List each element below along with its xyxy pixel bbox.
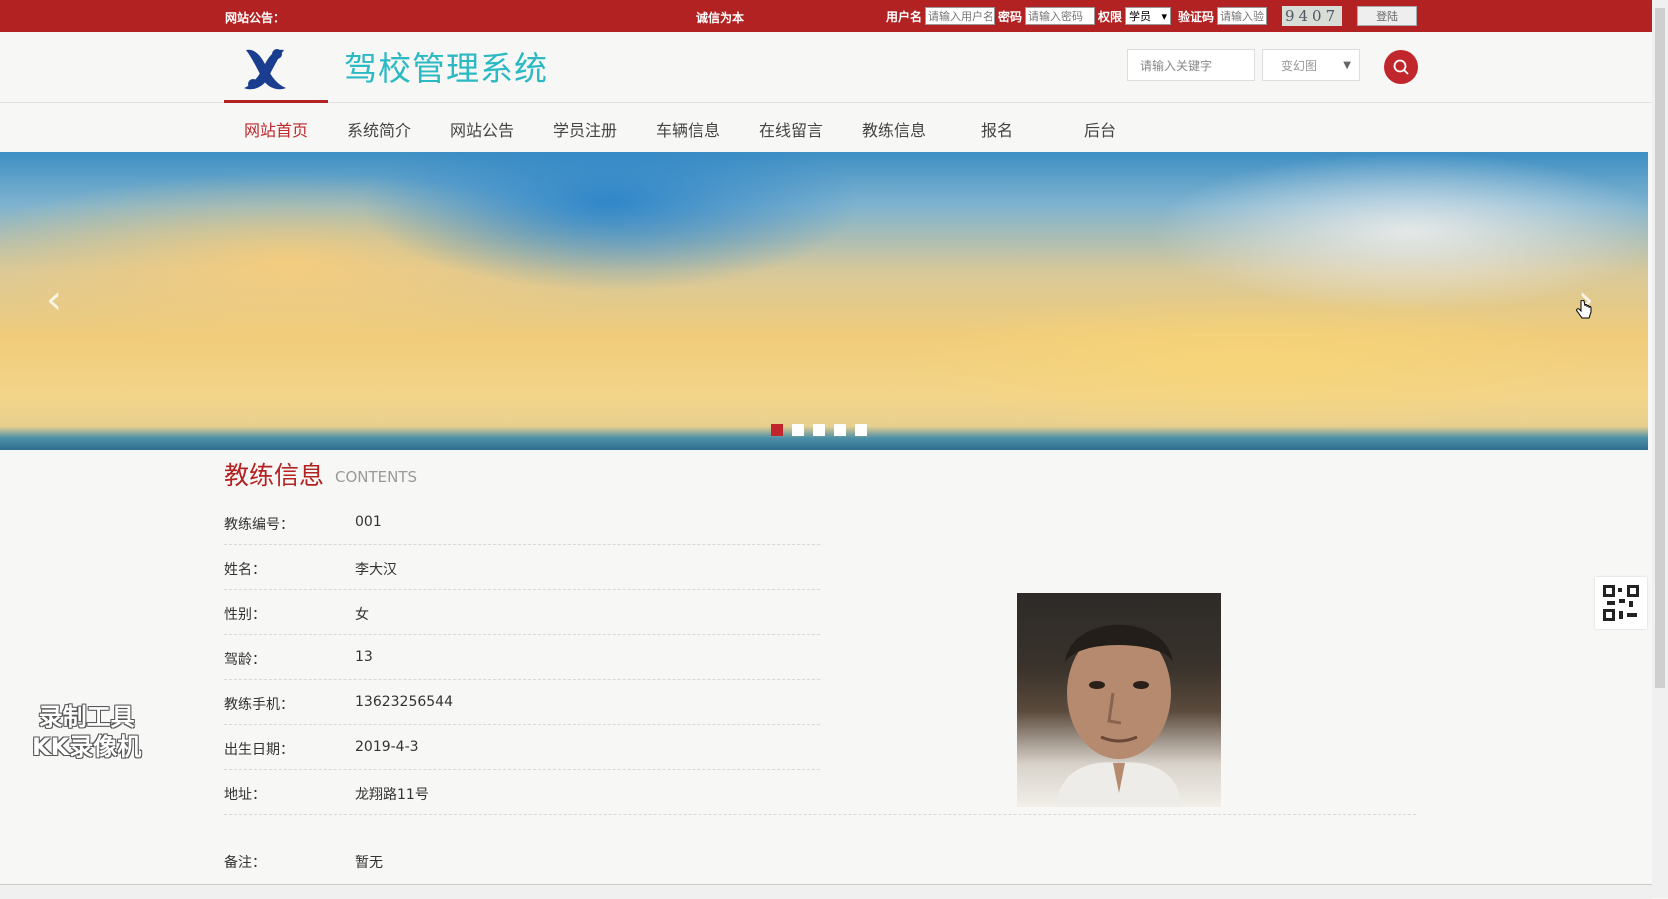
logo-icon[interactable]	[240, 44, 290, 94]
banner-carousel: ‹ ›	[0, 152, 1648, 450]
field-label: 驾龄：	[224, 652, 266, 668]
field-label: 地址：	[224, 787, 266, 803]
nav-item-messages[interactable]: 在线留言	[759, 117, 823, 141]
field-label: 性别：	[224, 607, 266, 623]
info-row-birthdate: 出生日期： 2019-4-3	[224, 725, 820, 770]
carousel-dot[interactable]	[834, 424, 846, 436]
search-type-select[interactable]: 变幻图 ▼	[1262, 49, 1360, 81]
nav-item-intro[interactable]: 系统简介	[347, 117, 411, 141]
info-row-gender: 性别： 女	[224, 590, 820, 635]
field-value: 李大汉	[355, 562, 397, 578]
field-value: 龙翔路11号	[355, 787, 429, 803]
carousel-dot[interactable]	[792, 424, 804, 436]
field-label: 姓名：	[224, 562, 266, 578]
nav-item-enroll[interactable]: 报名	[981, 117, 1013, 141]
nav-item-home[interactable]: 网站首页	[244, 117, 308, 141]
carousel-dot[interactable]	[855, 424, 867, 436]
recorder-watermark: 录制工具 KK录像机	[32, 702, 141, 762]
search-icon	[1393, 59, 1409, 75]
nav-item-coaches[interactable]: 教练信息	[862, 117, 926, 141]
username-label: 用户名	[886, 9, 923, 24]
coach-photo	[1017, 593, 1221, 807]
login-form: 用户名 密码 权限 学员 ▾ 验证码 9407 登陆	[886, 6, 1418, 26]
chevron-down-icon: ▼	[1343, 59, 1351, 71]
info-row-address: 地址： 龙翔路11号	[224, 770, 1416, 815]
info-row-phone: 教练手机： 13623256544	[224, 680, 820, 725]
role-select[interactable]: 学员 ▾	[1125, 7, 1172, 25]
nav-item-admin[interactable]: 后台	[1084, 117, 1116, 141]
search-type-value: 变幻图	[1281, 58, 1318, 73]
field-value: 2019-4-3	[355, 739, 419, 755]
announcement-marquee: 诚信为本	[696, 11, 745, 25]
browser-status-bar	[0, 884, 1652, 899]
search-input[interactable]: 请输入关键字	[1127, 49, 1255, 81]
section-subtitle: CONTENTS	[335, 468, 418, 486]
watermark-line2: KK录像机	[32, 733, 142, 761]
carousel-indicators	[771, 424, 867, 436]
note-row: 备注： 暂无	[224, 852, 383, 872]
login-button[interactable]: 登陆	[1357, 6, 1418, 26]
info-row-id: 教练编号： 001	[224, 500, 820, 545]
role-label: 权限	[1098, 9, 1123, 24]
field-value: 13623256544	[355, 694, 453, 710]
info-row-name: 姓名： 李大汉	[224, 545, 820, 590]
top-bar: 网站公告： 诚信为本 用户名 密码 权限 学员 ▾ 验证码 9407 登陆	[0, 0, 1658, 32]
nav-item-announcement[interactable]: 网站公告	[450, 117, 514, 141]
nav-active-indicator	[224, 100, 328, 103]
field-value: 13	[355, 649, 373, 665]
field-value: 女	[355, 607, 369, 623]
password-label: 密码	[998, 9, 1023, 24]
carousel-dot[interactable]	[813, 424, 825, 436]
username-input[interactable]	[925, 7, 996, 25]
note-label: 备注：	[224, 855, 266, 871]
site-title: 驾校管理系统	[344, 49, 548, 88]
search-button[interactable]	[1384, 50, 1418, 84]
main-nav: 网站首页 系统简介 网站公告 学员注册 车辆信息 在线留言 教练信息 报名 后台	[0, 100, 1658, 152]
watermark-line1: 录制工具	[38, 703, 135, 731]
scrollbar-thumb[interactable]	[1655, 8, 1665, 688]
section-title: 教练信息	[224, 461, 325, 490]
captcha-image[interactable]: 9407	[1282, 6, 1343, 26]
qr-code-icon[interactable]	[1595, 577, 1647, 629]
carousel-dot[interactable]	[771, 424, 783, 436]
nav-item-vehicles[interactable]: 车辆信息	[656, 117, 720, 141]
field-value: 001	[355, 514, 382, 530]
announcement-label: 网站公告：	[225, 11, 286, 25]
carousel-prev-button[interactable]: ‹	[46, 277, 62, 323]
role-value: 学员	[1129, 10, 1152, 23]
captcha-label: 验证码	[1178, 9, 1215, 24]
chevron-down-icon: ▾	[1161, 9, 1168, 23]
header: 驾校管理系统 请输入关键字 变幻图 ▼	[0, 32, 1658, 103]
nav-item-register[interactable]: 学员注册	[553, 117, 617, 141]
hand-cursor-icon	[1576, 299, 1592, 326]
info-row-experience: 驾龄： 13	[224, 635, 820, 680]
captcha-input[interactable]	[1217, 7, 1268, 25]
password-input[interactable]	[1025, 7, 1096, 25]
field-label: 教练编号：	[224, 517, 294, 533]
note-value: 暂无	[355, 855, 383, 871]
page-scrollbar[interactable]	[1652, 0, 1668, 898]
field-label: 教练手机：	[224, 697, 294, 713]
field-label: 出生日期：	[224, 742, 294, 758]
